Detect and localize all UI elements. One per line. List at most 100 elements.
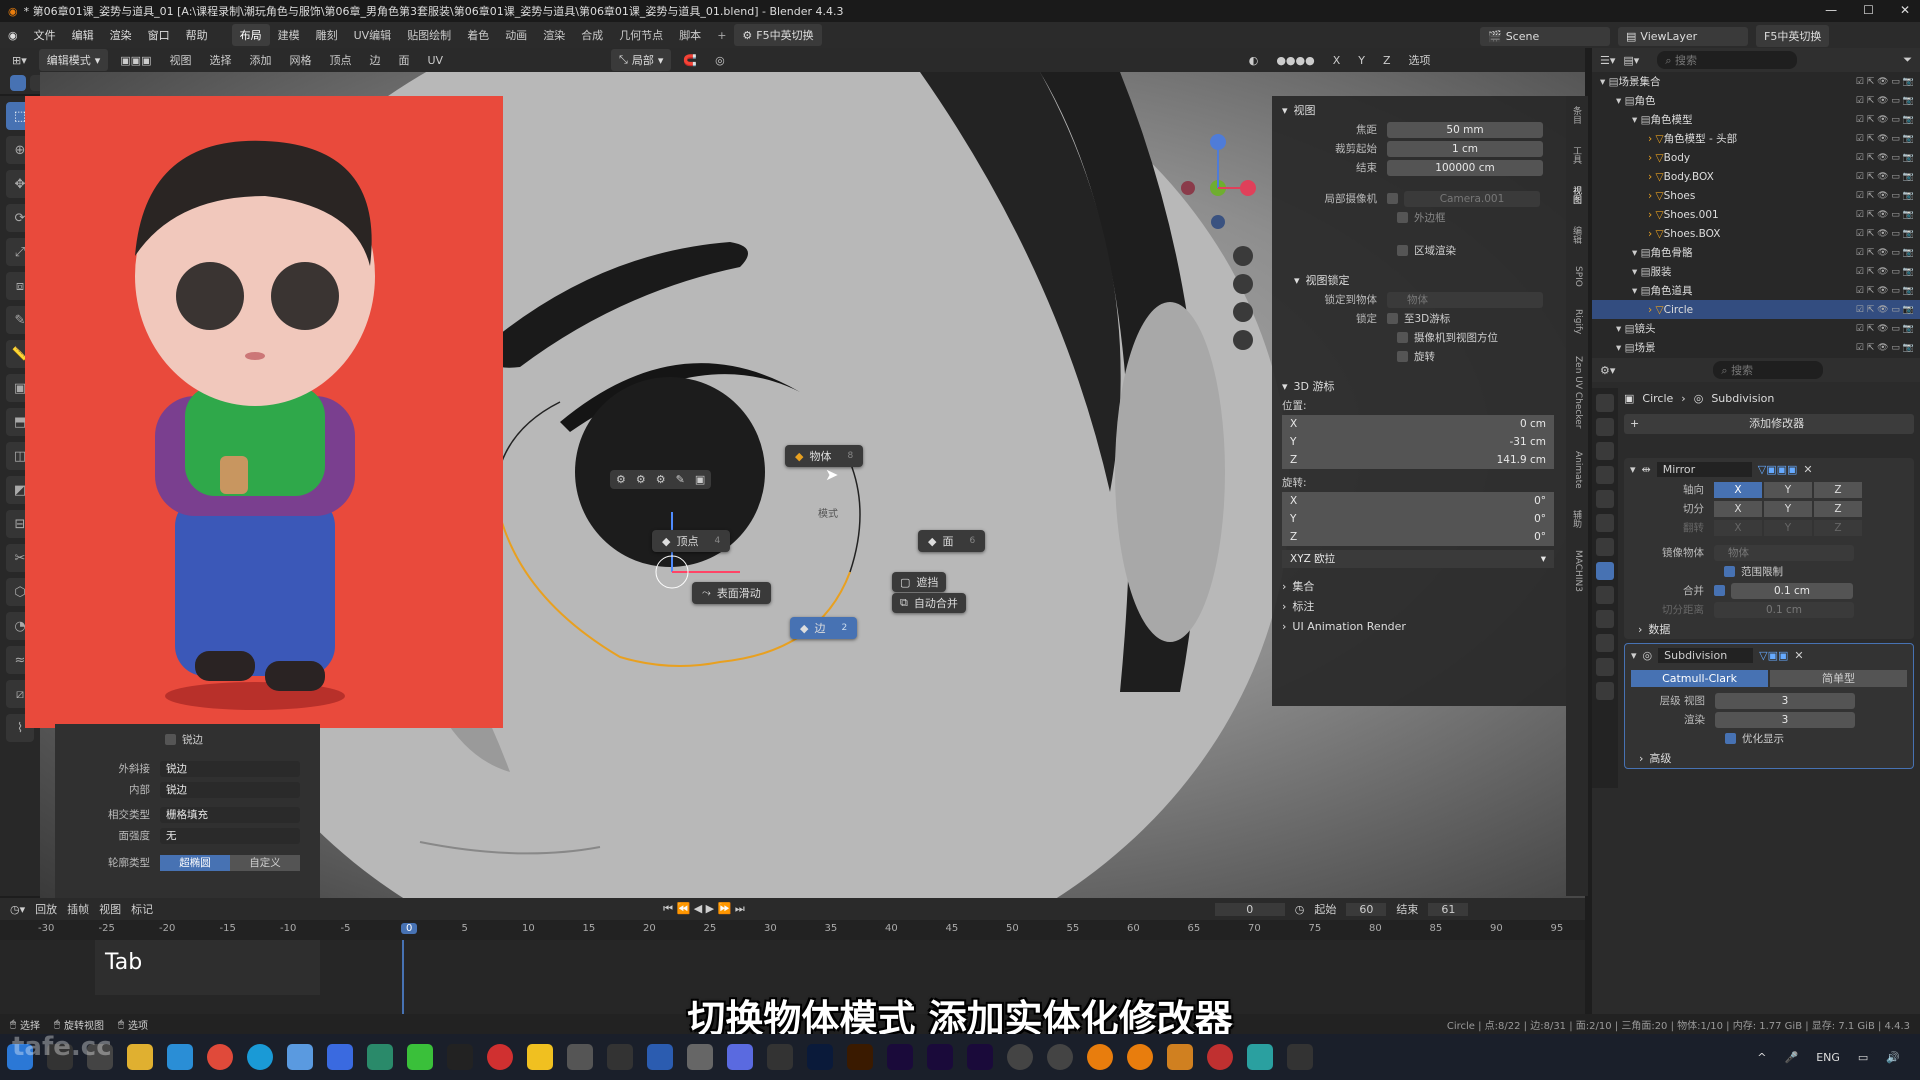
outliner-row[interactable]: ▾ ▤ 角色 ☑ ⇱ 👁 ▭ 📷 bbox=[1592, 91, 1920, 110]
shading-solid-icon[interactable]: ●●●● bbox=[1270, 54, 1320, 67]
mirror-toggles-icon[interactable]: ▽▣▣▣ bbox=[1758, 463, 1798, 476]
lock-3d-cursor-checkbox[interactable] bbox=[1387, 313, 1398, 324]
intersection-select[interactable]: 栅格填充 bbox=[160, 806, 300, 823]
menu-edge[interactable]: 边 bbox=[363, 52, 386, 68]
outliner-row[interactable]: › ▽ Body ☑ ⇱ 👁 ▭ 📷 bbox=[1592, 148, 1920, 167]
menu-render[interactable]: 渲染 bbox=[102, 27, 140, 43]
pan-hand-icon[interactable] bbox=[1233, 274, 1253, 294]
rotation-mode-select[interactable]: XYZ 欧拉 ▾ bbox=[1282, 550, 1554, 568]
props-editor-icon[interactable]: ⚙▾ bbox=[1600, 364, 1615, 377]
blender-icon[interactable] bbox=[1087, 1044, 1113, 1070]
mic-icon[interactable]: 🎤 bbox=[1784, 1051, 1798, 1064]
select-mode-icons[interactable]: ▣▣▣ bbox=[114, 54, 157, 67]
end-frame-field[interactable]: 61 bbox=[1428, 902, 1469, 916]
location-z-field[interactable]: Z 141.9 cm bbox=[1282, 451, 1554, 469]
surface-slide-button[interactable]: ⤳ 表面滑动 bbox=[692, 582, 771, 604]
levels-render-field[interactable]: 3 bbox=[1715, 711, 1855, 728]
rotation-x-field[interactable]: X 0° bbox=[1282, 492, 1554, 510]
wechat-icon[interactable] bbox=[407, 1044, 433, 1070]
app-icon-10[interactable] bbox=[1167, 1044, 1193, 1070]
nav-gizmo-neg-z[interactable] bbox=[1211, 215, 1225, 229]
settings-icon[interactable] bbox=[687, 1044, 713, 1070]
sharp-checkbox[interactable] bbox=[165, 734, 176, 745]
outer-miter-select[interactable]: 锐边 bbox=[160, 760, 300, 777]
local-camera-checkbox[interactable] bbox=[1387, 193, 1398, 204]
minimize-button[interactable]: — bbox=[1825, 3, 1837, 17]
tab-scripting[interactable]: 脚本 bbox=[671, 24, 709, 46]
mirror-axis-z[interactable]: Z bbox=[1377, 54, 1397, 67]
sidebar-tab-zen-uv[interactable]: Zen UV Checker bbox=[1570, 356, 1583, 428]
sidebar-tab-view[interactable]: 视图 bbox=[1570, 186, 1583, 204]
blender-icon-2[interactable] bbox=[1127, 1044, 1153, 1070]
zoom-icon[interactable] bbox=[1233, 246, 1253, 266]
tray-chevron-icon[interactable]: ^ bbox=[1757, 1051, 1766, 1064]
photoshop-icon[interactable] bbox=[807, 1044, 833, 1070]
outliner-row[interactable]: › ▽ 角色模型 - 头部 ☑ ⇱ 👁 ▭ 📷 bbox=[1592, 129, 1920, 148]
sidebar-tab-assist[interactable]: 辅助 bbox=[1570, 510, 1583, 528]
app-icon-9[interactable] bbox=[1047, 1044, 1073, 1070]
lang-switch-button[interactable]: ⚙ F5中英切换 bbox=[734, 24, 822, 46]
menu-mesh[interactable]: 网格 bbox=[283, 52, 317, 68]
menu-edit[interactable]: 编辑 bbox=[64, 27, 102, 43]
annotation-section[interactable]: › 标注 bbox=[1272, 596, 1572, 616]
flip-y-toggle[interactable]: Y bbox=[1764, 519, 1812, 536]
options-menu[interactable]: 选项 bbox=[1403, 52, 1437, 68]
lock-camera-checkbox[interactable] bbox=[1397, 332, 1408, 343]
location-y-field[interactable]: Y -31 cm bbox=[1282, 433, 1554, 451]
tab-modeling[interactable]: 建模 bbox=[270, 24, 308, 46]
menu-uv[interactable]: UV bbox=[421, 54, 449, 67]
outliner-row[interactable]: ▾ ▤ 镜头 ☑ ⇱ 👁 ▭ 📷 bbox=[1592, 319, 1920, 338]
timeline-editor-icon[interactable]: ◷▾ bbox=[10, 903, 25, 916]
pie-object-mode[interactable]: ◆ 物体 8 bbox=[785, 445, 864, 467]
props-search-input[interactable]: ⌕ 搜索 bbox=[1713, 361, 1824, 379]
add-workspace-icon[interactable]: + bbox=[709, 29, 734, 42]
app-icon-1[interactable] bbox=[287, 1044, 313, 1070]
mini-tool-1-icon[interactable]: ⚙ bbox=[616, 473, 626, 486]
visibility-icons[interactable]: ☑ ⇱ 👁 ▭ 📷 bbox=[1856, 210, 1914, 220]
outliner-row[interactable]: ▾ ▤ 角色模型 ☑ ⇱ 👁 ▭ 📷 bbox=[1592, 110, 1920, 129]
render-props-tab-icon[interactable] bbox=[1596, 418, 1614, 436]
view-section-header[interactable]: ▾ 视图 bbox=[1272, 100, 1572, 120]
volume-icon[interactable]: 🔊 bbox=[1886, 1051, 1900, 1064]
mirror-object-field[interactable]: 物体 bbox=[1714, 544, 1854, 561]
outliner-search-input[interactable]: ⌕ 搜索 bbox=[1657, 51, 1798, 69]
app-icon-3[interactable] bbox=[367, 1044, 393, 1070]
region-render-checkbox[interactable] bbox=[1397, 245, 1408, 256]
add-modifier-button[interactable]: + 添加修改器 bbox=[1624, 414, 1914, 434]
clipping-checkbox[interactable] bbox=[1724, 566, 1735, 577]
visibility-icons[interactable]: ☑ ⇱ 👁 ▭ 📷 bbox=[1856, 343, 1914, 353]
tab-compositing[interactable]: 合成 bbox=[573, 24, 611, 46]
clip-start-field[interactable]: 1 cm bbox=[1387, 140, 1543, 157]
file-explorer-icon[interactable] bbox=[127, 1044, 153, 1070]
proportional-icon[interactable]: ◎ bbox=[709, 54, 731, 67]
outliner-row[interactable]: › ▽ Shoes.001 ☑ ⇱ 👁 ▭ 📷 bbox=[1592, 205, 1920, 224]
current-frame-field[interactable]: 0 bbox=[1214, 902, 1285, 916]
menu-select[interactable]: 选择 bbox=[203, 52, 237, 68]
outliner-row[interactable]: ▾ ▤ 角色骨骼 ☑ ⇱ 👁 ▭ 📷 bbox=[1592, 243, 1920, 262]
sidebar-tab-tool[interactable]: 工具 bbox=[1570, 146, 1583, 164]
pie-face-mode[interactable]: ◆ 面 6 bbox=[918, 530, 986, 552]
outliner-row[interactable]: ▾ ▤ 服装 ☑ ⇱ 👁 ▭ 📷 bbox=[1592, 262, 1920, 281]
app-icon-6[interactable] bbox=[727, 1044, 753, 1070]
nav-gizmo-neg-x[interactable] bbox=[1181, 181, 1195, 195]
tab-uv-editing[interactable]: UV编辑 bbox=[346, 24, 400, 46]
clip-end-field[interactable]: 100000 cm bbox=[1387, 159, 1543, 176]
focal-length-field[interactable]: 50 mm bbox=[1387, 121, 1543, 138]
subdivision-name-field[interactable]: Subdivision bbox=[1658, 647, 1754, 663]
outliner-row[interactable]: › ▽ Shoes ☑ ⇱ 👁 ▭ 📷 bbox=[1592, 186, 1920, 205]
after-effects-icon[interactable] bbox=[927, 1044, 953, 1070]
lock-object-field[interactable]: 物体 bbox=[1387, 291, 1543, 308]
nav-gizmo-x[interactable] bbox=[1240, 180, 1256, 196]
merge-distance-field[interactable]: 0.1 cm bbox=[1731, 582, 1853, 599]
input-language[interactable]: ENG bbox=[1816, 1051, 1840, 1064]
notes-icon[interactable] bbox=[527, 1044, 553, 1070]
visibility-icons[interactable]: ☑ ⇱ 👁 ▭ 📷 bbox=[1856, 305, 1914, 315]
outliner-row[interactable]: › ▽ Circle ☑ ⇱ 👁 ▭ 📷 bbox=[1592, 300, 1920, 319]
display-icon[interactable]: ▭ bbox=[1858, 1051, 1868, 1064]
playback-controls[interactable]: ⏮ ⏪ ◀ ▶ ⏩ ⏭ bbox=[663, 902, 745, 916]
menu-marker[interactable]: 标记 bbox=[131, 901, 153, 917]
app-icon-8[interactable] bbox=[1007, 1044, 1033, 1070]
edge-icon[interactable] bbox=[247, 1044, 273, 1070]
scene-selector[interactable]: 🎬 Scene bbox=[1480, 26, 1610, 46]
tab-animation[interactable]: 动画 bbox=[497, 24, 535, 46]
